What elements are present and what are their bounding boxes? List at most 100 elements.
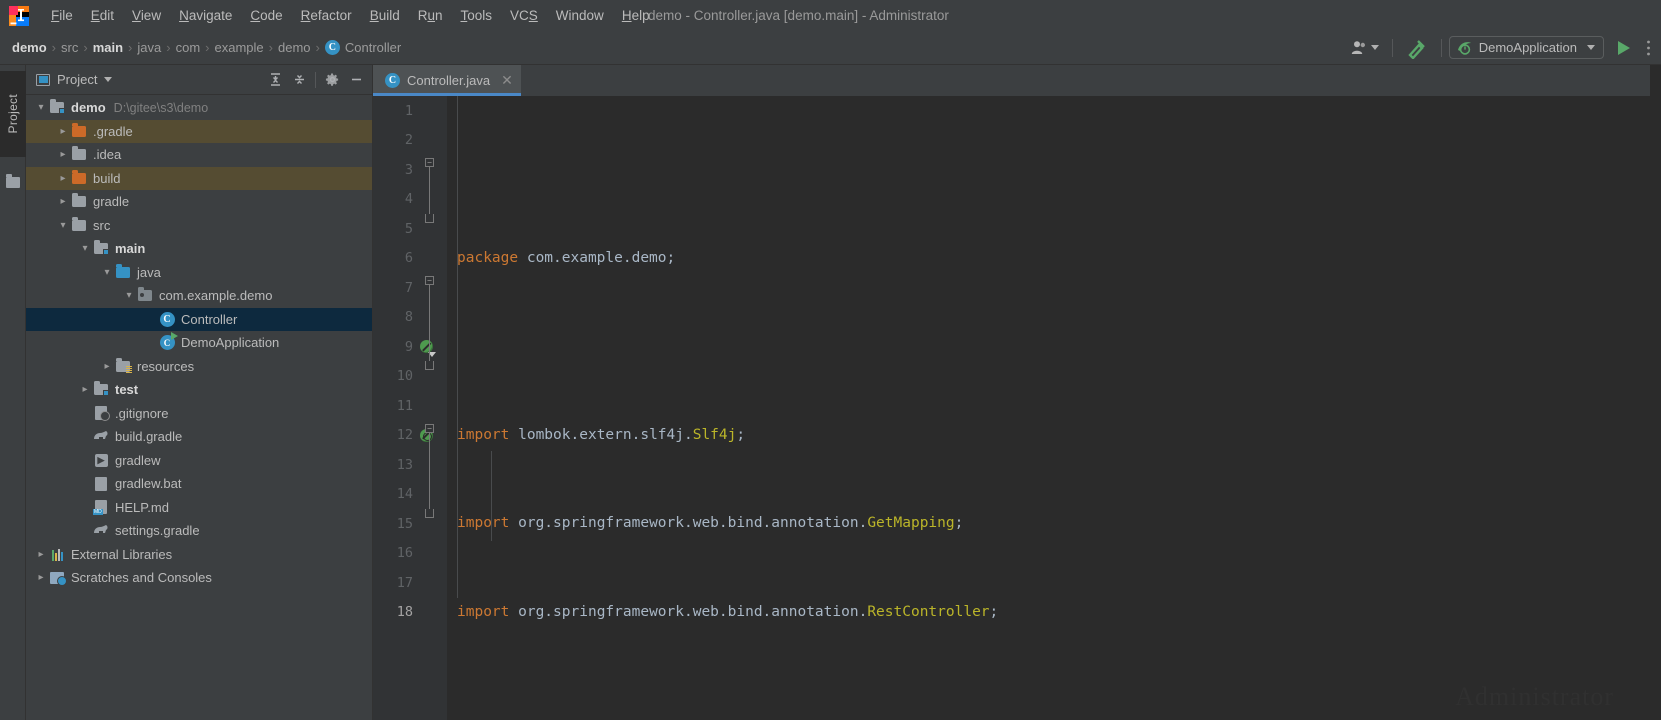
breadcrumb-item-controller[interactable]: C Controller [321,38,405,57]
chevron-down-icon[interactable] [104,77,113,82]
minimize-button[interactable] [346,70,366,90]
tool-window-tab-project[interactable]: Project [0,71,26,157]
tree-item-resources[interactable]: ▸ resources [26,355,372,379]
line-number: 2 [404,132,413,149]
breadcrumb-item-java[interactable]: java [133,38,165,57]
code-editor[interactable]: 1 2 3 4 5 6 7 8 9 10 11 12 13 14 15 16 1… [373,96,1650,720]
chevron-right-icon[interactable]: ▸ [100,361,114,372]
editor-gutter[interactable]: 1 2 3 4 5 6 7 8 9 10 11 12 13 14 15 16 1… [373,96,447,720]
tree-item-gradle-hidden[interactable]: ▸ .gradle [26,119,372,143]
scratches-icon [48,571,67,586]
fold-marker-imports-end[interactable] [425,214,434,223]
tree-item-build[interactable]: ▸ build [26,166,372,190]
tree-item-java[interactable]: ▾ java [26,261,372,285]
tree-item-build-gradle[interactable]: build.gradle [26,425,372,449]
build-button[interactable] [1400,34,1434,62]
fold-marker-class[interactable]: − [425,276,434,285]
tree-item-external-libraries[interactable]: ▸ External Libraries [26,543,372,567]
collapse-all-button[interactable] [289,70,309,90]
tree-item-label: gradlew.bat [115,476,182,492]
chevron-right-icon[interactable]: ▸ [56,196,70,207]
menu-item-tools[interactable]: Tools [452,4,502,27]
fold-line [429,285,430,363]
more-options-button[interactable] [1640,36,1657,60]
folder-icon[interactable] [6,174,20,188]
chevron-right-icon[interactable]: ▸ [56,149,70,160]
editor-tab-controller-java[interactable]: C Controller.java ✕ [373,65,521,96]
close-icon[interactable]: ✕ [501,72,513,89]
line-number: 1 [404,102,413,119]
user-avatar-button[interactable] [1345,37,1385,58]
fold-marker-method-end[interactable] [425,509,434,518]
chevron-down-icon[interactable]: ▾ [78,243,92,254]
tree-item-help-md[interactable]: HELP.md [26,496,372,520]
menu-item-help[interactable]: Help [613,4,659,27]
menu-item-window[interactable]: Window [547,4,613,27]
tree-item-demo[interactable]: ▾ demo D:\gitee\s3\demo [26,96,372,120]
menu-item-navigate[interactable]: Navigate [170,4,241,27]
menu-item-code[interactable]: Code [241,4,291,27]
menu-item-refactor[interactable]: Refactor [292,4,361,27]
fold-line [429,167,430,215]
tree-item-gradle[interactable]: ▸ gradle [26,190,372,214]
menu-item-vcs[interactable]: VCS [501,4,547,27]
folder-icon [70,216,88,231]
chevron-down-icon[interactable]: ▾ [56,220,70,231]
breadcrumb-item-main[interactable]: main [89,38,127,57]
menu-item-edit[interactable]: Edit [82,4,123,27]
expand-all-button[interactable] [265,70,285,90]
tree-item-gradlew-bat[interactable]: gradlew.bat [26,472,372,496]
breadcrumb-item-example[interactable]: example [211,38,268,57]
breadcrumb-item-demo-pkg[interactable]: demo [274,38,315,57]
chevron-down-icon[interactable]: ▾ [34,102,48,113]
fold-marker-imports[interactable]: − [425,158,434,167]
tree-item-main[interactable]: ▾ main [26,237,372,261]
tree-item-settings-gradle[interactable]: settings.gradle [26,519,372,543]
line-number: 4 [404,191,413,208]
tree-item-controller[interactable]: C Controller [26,307,372,331]
fold-marker-method[interactable]: − [425,424,434,433]
tree-item-package[interactable]: ▾ com.example.demo [26,284,372,308]
left-tool-strip: Project [0,65,26,720]
module-folder-icon [92,240,110,256]
collapse-all-icon [294,75,304,84]
tree-item-demoapplication[interactable]: C DemoApplication [26,331,372,355]
project-panel-header: Project [26,65,372,95]
project-tree[interactable]: ▾ demo D:\gitee\s3\demo ▸ .gradle ▸ .ide… [26,95,372,720]
chevron-right-icon[interactable]: ▸ [34,572,48,583]
code-text[interactable]: package com.example.demo; import lombok.… [447,96,1650,720]
tree-item-src[interactable]: ▾ src [26,214,372,238]
run-play-icon [1618,40,1630,55]
editor-watermark: Administrator [1455,682,1614,711]
tree-item-test[interactable]: ▸ test [26,378,372,402]
chevron-right-icon[interactable]: ▸ [78,384,92,395]
code-line-5: import org.springframework.web.bind.anno… [457,603,999,620]
tree-item-scratches[interactable]: ▸ Scratches and Consoles [26,566,372,590]
menu-item-build[interactable]: Build [361,4,409,27]
tree-item-gitignore[interactable]: .gitignore [26,402,372,426]
run-configuration-selector[interactable]: DemoApplication [1448,36,1604,59]
breadcrumb-item-demo[interactable]: demo [8,38,51,57]
menu-item-view[interactable]: View [123,4,170,27]
run-button[interactable] [1612,38,1636,58]
breadcrumb-item-src[interactable]: src [57,38,82,57]
chevron-right-icon[interactable]: ▸ [34,549,48,560]
batch-file-icon [92,476,110,491]
breadcrumb-item-com[interactable]: com [172,38,205,57]
tree-item-gradlew[interactable]: ▶ gradlew [26,449,372,473]
chevron-right-icon[interactable]: ▸ [56,126,70,137]
menu-item-run[interactable]: Run [409,4,452,27]
tree-item-label: resources [137,358,195,374]
indent-guide [457,96,458,598]
chevron-down-icon[interactable]: ▾ [122,290,136,301]
fold-marker-class-end[interactable] [425,361,434,370]
tree-item-label: gradle [93,194,130,210]
settings-button[interactable] [322,70,342,90]
tree-item-idea[interactable]: ▸ .idea [26,143,372,167]
chevron-down-icon[interactable]: ▾ [100,267,114,278]
chevron-right-icon[interactable]: ▸ [56,173,70,184]
toolbar-right: DemoApplication [1345,34,1661,62]
code-folding-column[interactable]: − − − [425,96,439,720]
main-content: Project Project ▾ demo D:\gitee\s3\demo … [0,65,1661,720]
menu-item-file[interactable]: File [42,4,82,27]
